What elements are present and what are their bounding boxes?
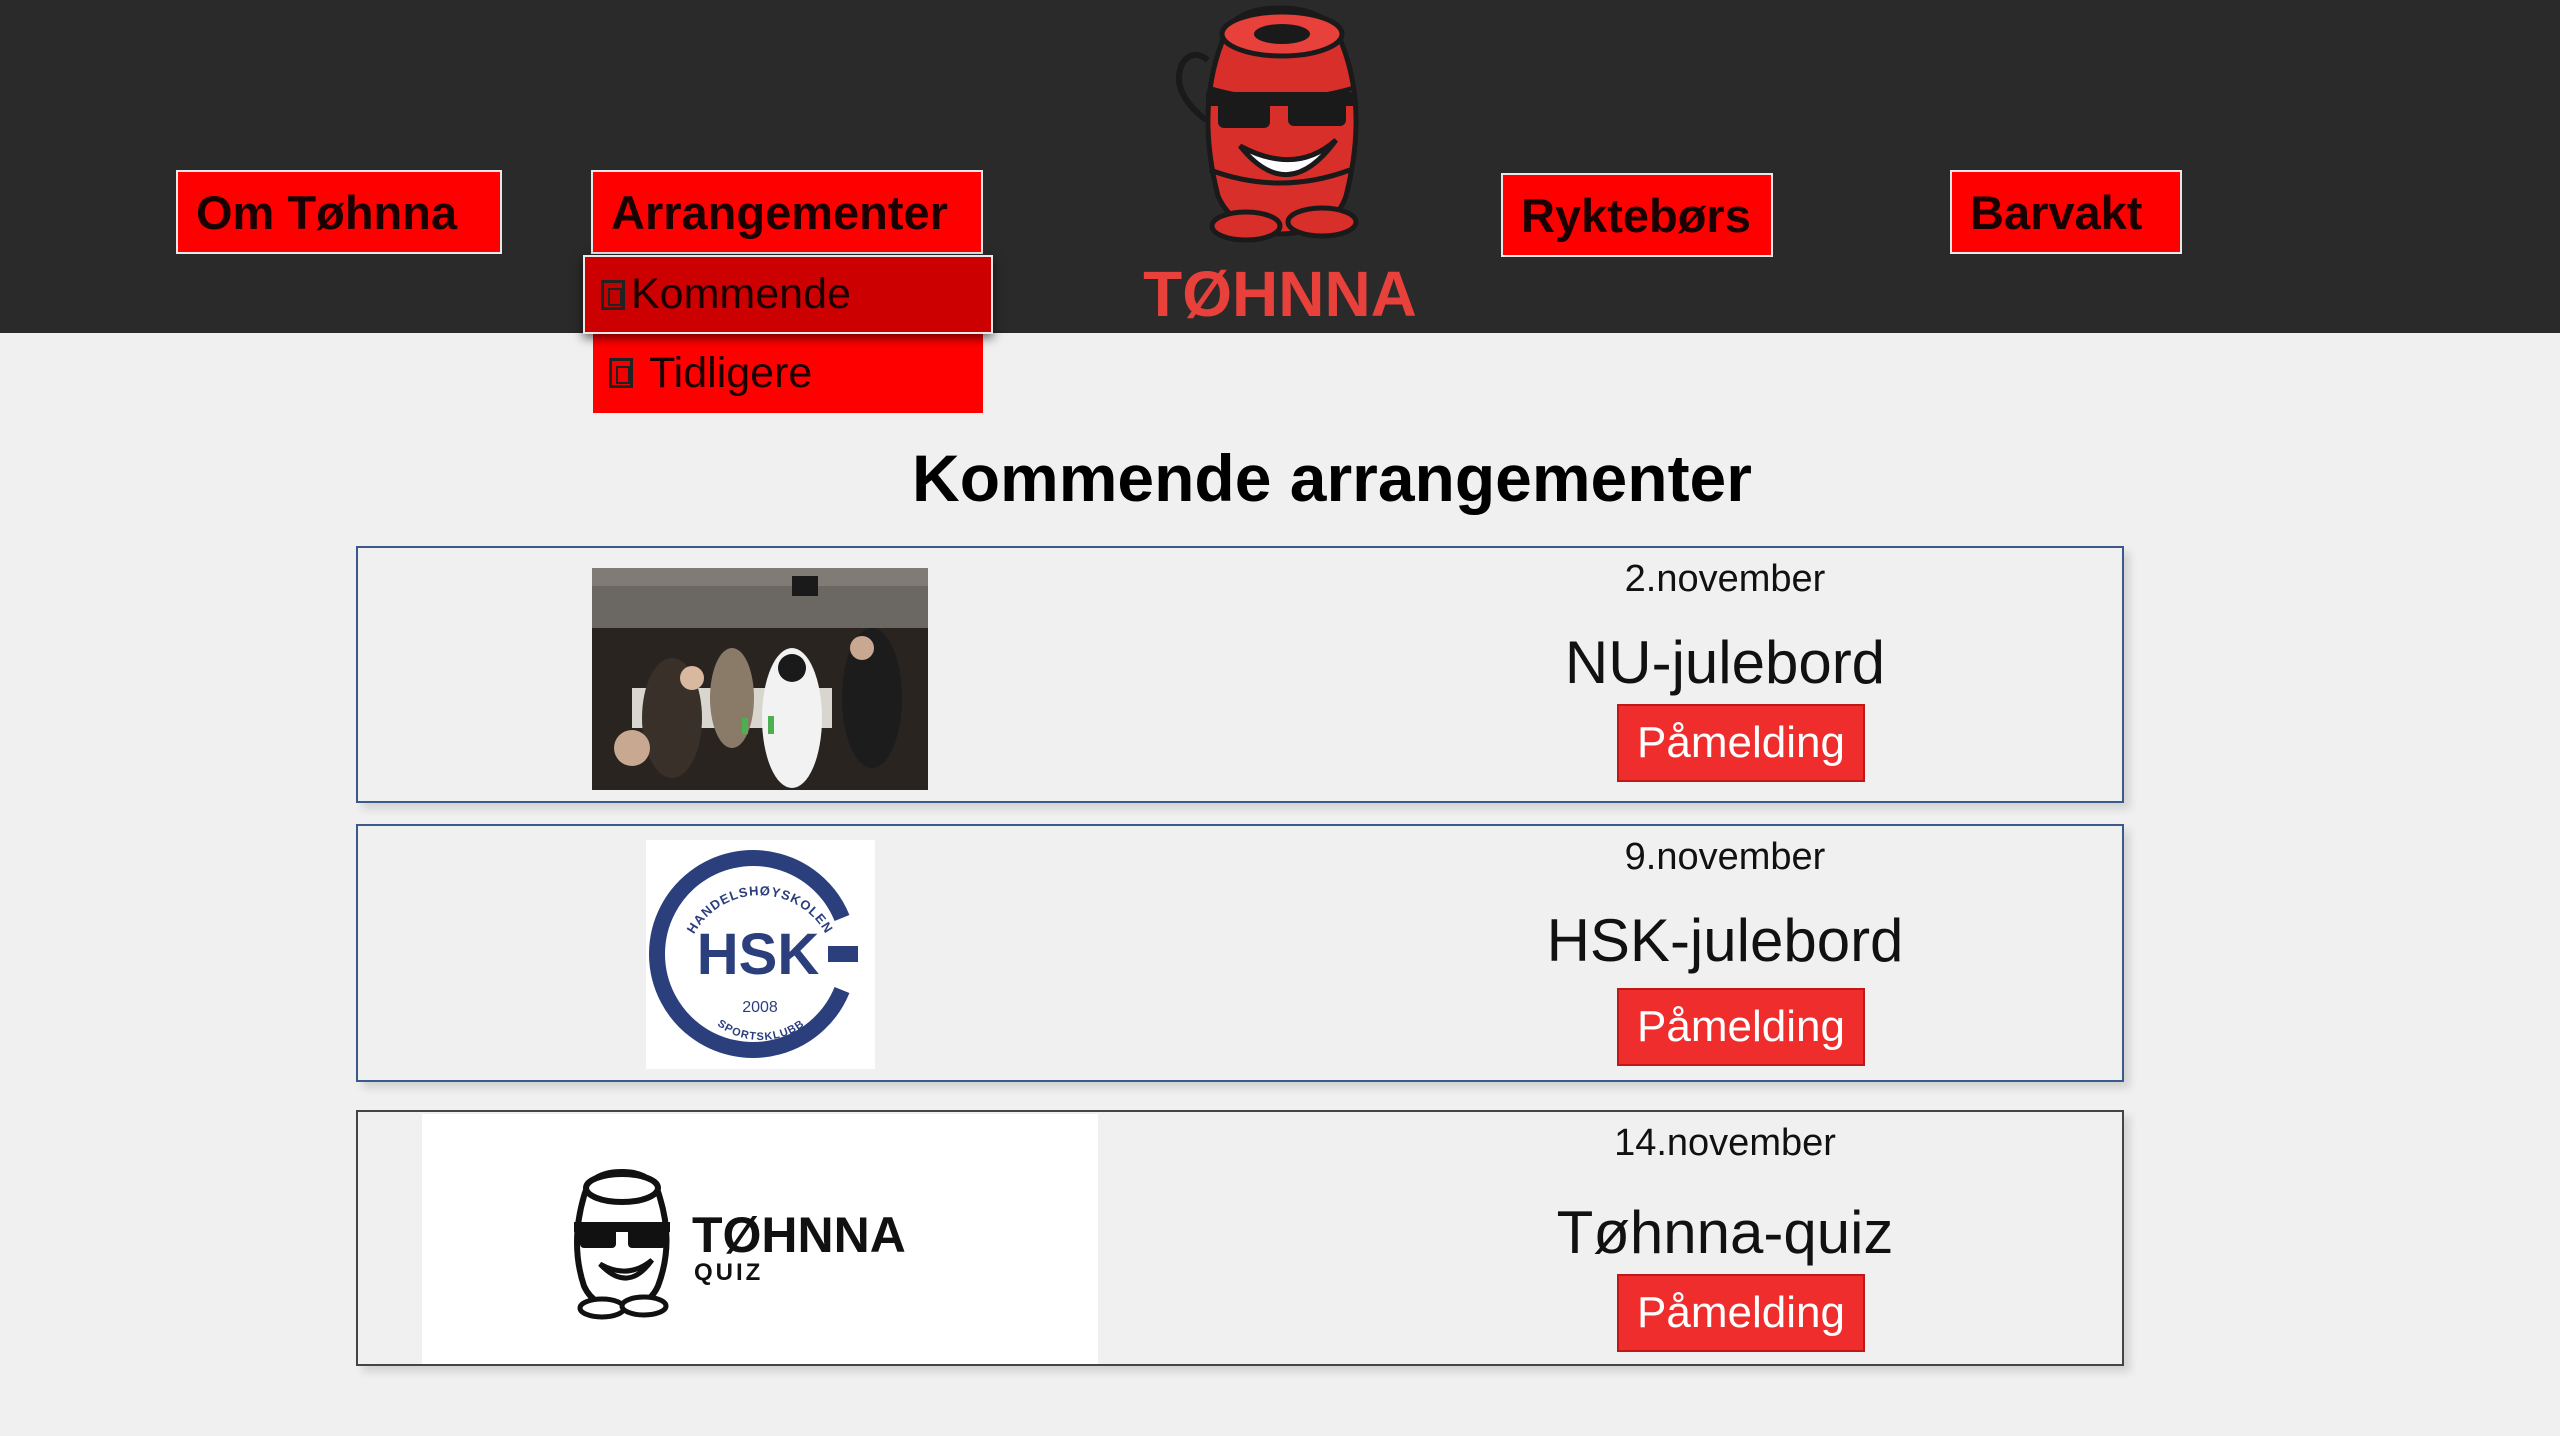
- hsk-logo: HANDELSHØYSKOLEN HSK 2008 SPORTSKLUBB: [646, 840, 875, 1069]
- event-name: Tøhnna-quiz: [1556, 1199, 1894, 1266]
- event-date: 2.november: [1624, 558, 1826, 600]
- event-card: HANDELSHØYSKOLEN HSK 2008 SPORTSKLUBB 9.…: [356, 824, 2124, 1082]
- nav-arrangementer-label: Arrangementer: [611, 185, 948, 239]
- dropdown-item-tidligere[interactable]: Tidligere: [593, 333, 983, 413]
- barrel-mascot-icon: [574, 1168, 670, 1320]
- signup-button[interactable]: Påmelding: [1617, 988, 1865, 1066]
- nav-barvakt-label: Barvakt: [1970, 185, 2143, 239]
- nav-barvakt[interactable]: Barvakt: [1950, 170, 2182, 254]
- event-card: 2.november NU-julebord Påmelding: [356, 546, 2124, 803]
- quiz-logo-title: TØHNNA: [692, 1207, 906, 1263]
- nav-ryktebors-label: Ryktebørs: [1521, 188, 1751, 242]
- event-photo-party: [592, 568, 928, 790]
- hsk-initials: HSK: [697, 922, 820, 987]
- missing-glyph-icon: [601, 279, 625, 310]
- nav-om-label: Om Tøhnna: [196, 185, 458, 239]
- dropdown-kommende-label: Kommende: [631, 270, 851, 318]
- hsk-year: 2008: [742, 999, 778, 1016]
- nav-om-tohnna[interactable]: Om Tøhnna: [176, 170, 502, 254]
- logo-text: TØHNNA: [1143, 258, 1417, 330]
- page-title: Kommende arrangementer: [912, 441, 1752, 515]
- signup-button[interactable]: Påmelding: [1617, 704, 1865, 782]
- dropdown-item-kommende[interactable]: Kommende: [583, 255, 993, 334]
- nav-ryktebors[interactable]: Ryktebørs: [1501, 173, 1773, 257]
- signup-button[interactable]: Påmelding: [1617, 1274, 1865, 1352]
- event-date: 9.november: [1624, 836, 1826, 878]
- event-card: TØHNNA QUIZ 14.november Tøhnna-quiz Påme…: [356, 1110, 2124, 1366]
- dropdown-tidligere-label: Tidligere: [649, 348, 813, 397]
- quiz-logo-subtitle: QUIZ: [694, 1259, 763, 1286]
- event-name: NU-julebord: [1564, 629, 1886, 696]
- event-name: HSK-julebord: [1546, 907, 1904, 974]
- tohnna-logo[interactable]: TØHNNA: [1110, 0, 1450, 330]
- barrel-mascot-icon: TØHNNA: [1143, 5, 1417, 330]
- tohnna-quiz-logo: TØHNNA QUIZ: [422, 1114, 1098, 1364]
- nav-arrangementer[interactable]: Arrangementer: [591, 170, 983, 254]
- missing-glyph-icon: [609, 358, 633, 388]
- event-date: 14.november: [1614, 1122, 1836, 1164]
